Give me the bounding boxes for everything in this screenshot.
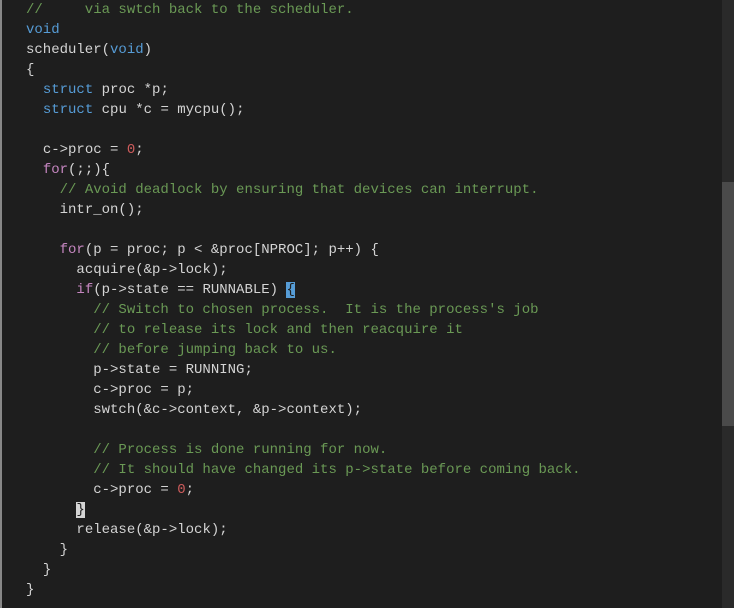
type: cpu (93, 102, 135, 118)
keyword-for: for (60, 242, 85, 258)
brace: } (60, 542, 68, 558)
for-head: (;;){ (68, 162, 110, 178)
keyword-if: if (76, 282, 93, 298)
matched-brace-open: { (286, 282, 294, 298)
comment-line: // It should have changed its p->state b… (93, 462, 580, 478)
stmt: p->state = RUNNING; (93, 362, 253, 378)
for-head: (p = proc; p < &proc[NPROC]; p++) { (85, 242, 379, 258)
matched-brace-close: } (76, 502, 84, 518)
func-name: scheduler (26, 42, 102, 58)
type: proc (93, 82, 143, 98)
stmt: c->proc = p; (93, 382, 194, 398)
vertical-scrollbar[interactable] (722, 0, 734, 608)
comment-line: // Process is done running for now. (93, 442, 387, 458)
code-editor: // via swtch back to the scheduler. void… (0, 0, 734, 608)
literal-zero: 0 (177, 482, 185, 498)
stmt: release(&p->lock); (76, 522, 227, 538)
keyword-void: void (26, 22, 60, 38)
comment-line: // Avoid deadlock by ensuring that devic… (60, 182, 539, 198)
brace: { (26, 62, 34, 78)
brace: } (43, 562, 51, 578)
keyword-struct: struct (43, 82, 93, 98)
stmt: c->proc = (43, 142, 127, 158)
comment-line: // to release its lock and then reacquir… (93, 322, 463, 338)
decl: *c = mycpu(); (135, 102, 244, 118)
keyword-for: for (43, 162, 68, 178)
paren: ( (102, 42, 110, 58)
scrollbar-thumb[interactable] (722, 182, 734, 425)
semi: ; (186, 482, 194, 498)
if-cond: (p->state == RUNNABLE) (93, 282, 286, 298)
semi: ; (135, 142, 143, 158)
stmt: swtch(&c->context, &p->context); (93, 402, 362, 418)
stmt: c->proc = (93, 482, 177, 498)
brace: } (26, 582, 34, 598)
comment-line: // before jumping back to us. (93, 342, 337, 358)
comment-line: // Switch to chosen process. It is the p… (93, 302, 538, 318)
decl: *p; (144, 82, 169, 98)
keyword-struct: struct (43, 102, 93, 118)
literal-zero: 0 (127, 142, 135, 158)
stmt: acquire(&p->lock); (76, 262, 227, 278)
stmt: intr_on(); (60, 202, 144, 218)
paren: ) (144, 42, 152, 58)
comment-line: // via swtch back to the scheduler. (26, 2, 354, 18)
keyword-void: void (110, 42, 144, 58)
